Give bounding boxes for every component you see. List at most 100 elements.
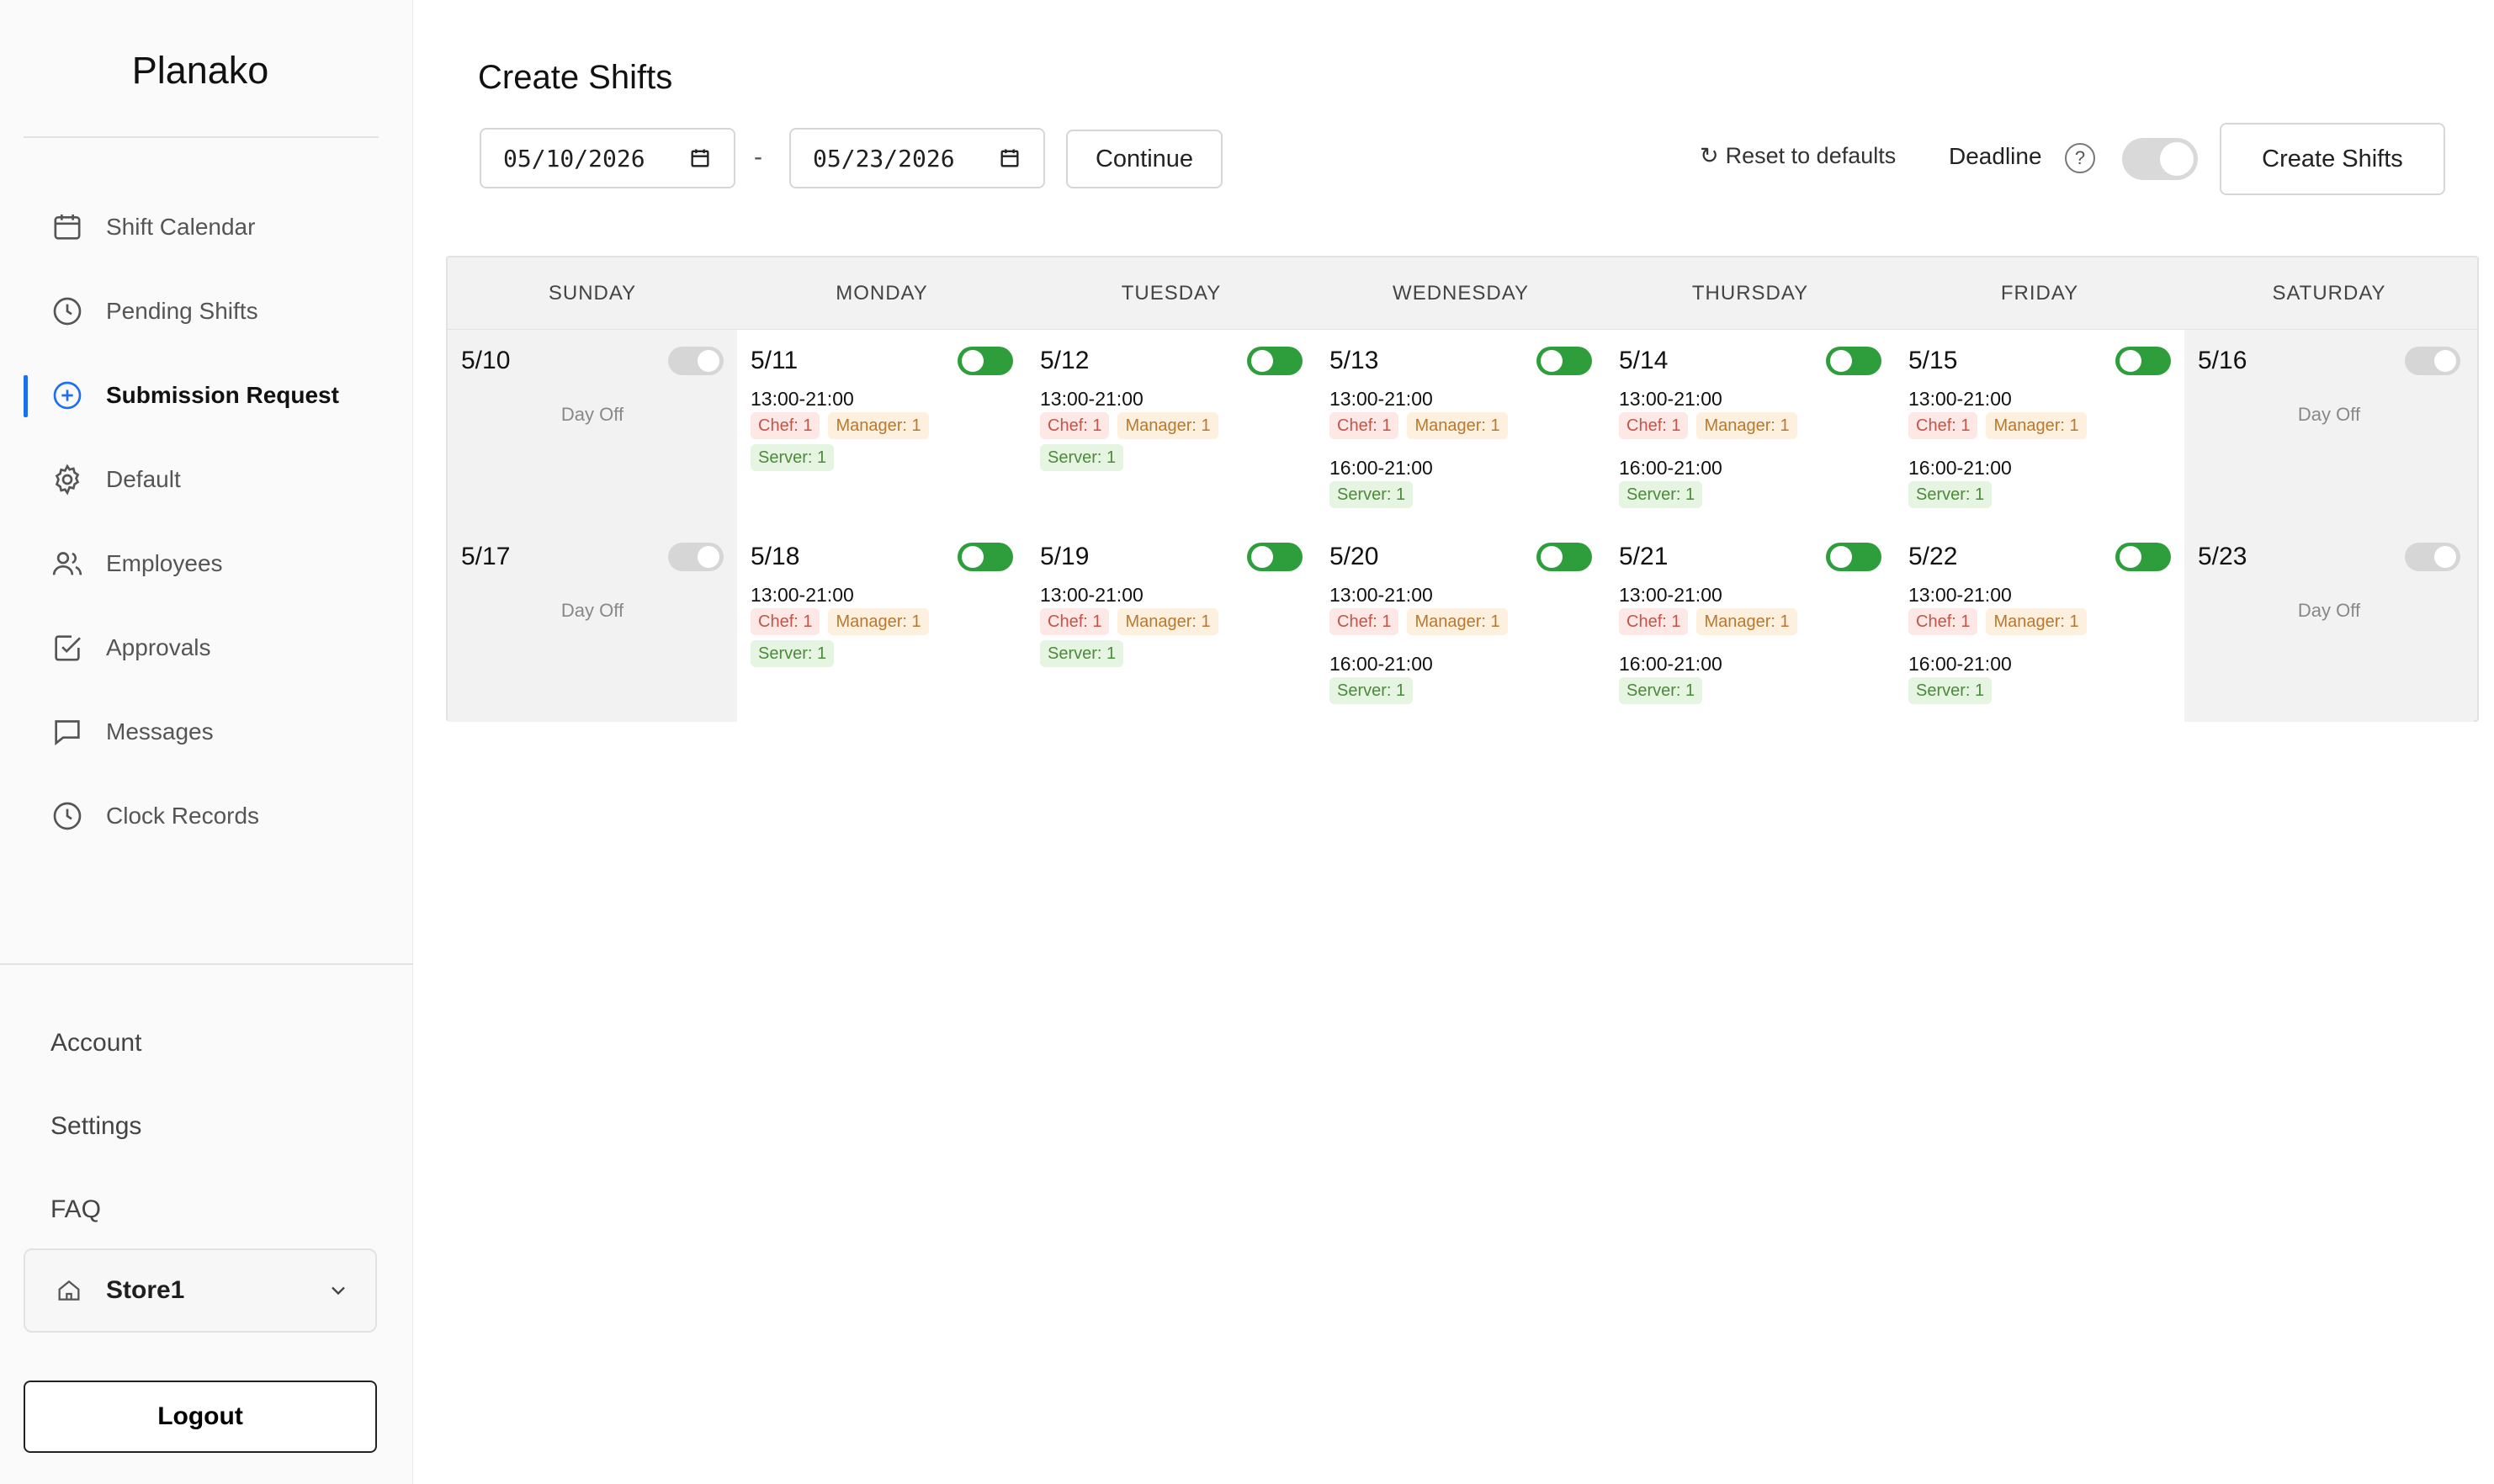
role-badges: Server: 1 (1329, 677, 1599, 704)
chef-badge: Chef: 1 (1329, 608, 1399, 635)
sidebar-item-shift-calendar[interactable]: Shift Calendar (24, 185, 394, 269)
day-off-label: Day Off (2297, 600, 2361, 621)
weekday-header: SUNDAY MONDAY TUESDAY WEDNESDAY THURSDAY… (448, 257, 2477, 330)
shift-block[interactable]: 16:00-21:00 Server: 1 (1619, 650, 1888, 704)
shift-time: 13:00-21:00 (1619, 388, 1722, 410)
sidebar-item-pending-shifts[interactable]: Pending Shifts (24, 269, 394, 353)
day-off-label: Day Off (560, 600, 624, 621)
shift-block[interactable]: 16:00-21:00 Server: 1 (1619, 454, 1888, 508)
day-cell: 5/22 13:00-21:00 Chef: 1 Manager: 1 16:00-21… (1895, 526, 2184, 722)
day-enabled-toggle[interactable] (668, 347, 724, 375)
day-enabled-toggle[interactable] (958, 543, 1013, 571)
server-badge: Server: 1 (1329, 481, 1414, 508)
shift-block[interactable]: 13:00-21:00 Chef: 1 Manager: 1 (1329, 581, 1599, 635)
day-date: 5/17 (461, 543, 511, 570)
day-date: 5/20 (1329, 543, 1379, 570)
weekday-tuesday: TUESDAY (1121, 282, 1222, 305)
role-badges: Chef: 1 Manager: 1 (1908, 608, 2178, 635)
sidebar-item-label: Approvals (106, 634, 211, 660)
shift-block[interactable]: 13:00-21:00 Chef: 1 Manager: 1 (1908, 385, 2178, 439)
plus-circle-icon (50, 379, 84, 412)
toggle-knob (2120, 350, 2141, 372)
weekday-sunday: SUNDAY (548, 282, 637, 305)
day-enabled-toggle[interactable] (1536, 543, 1592, 571)
shift-block[interactable]: 16:00-21:00 Server: 1 (1329, 454, 1599, 508)
day-enabled-toggle[interactable] (1826, 543, 1881, 571)
day-enabled-toggle[interactable] (1247, 347, 1303, 375)
weekday-saturday: SATURDAY (2272, 282, 2386, 305)
day-date: 5/13 (1329, 347, 1379, 374)
shift-block[interactable]: 13:00-21:00 Chef: 1 Manager: 1 Server: 1 (1040, 385, 1309, 471)
toggle-knob (1830, 350, 1852, 372)
sidebar-item-submission-request[interactable]: Submission Request (24, 353, 394, 437)
calendar-picker-icon[interactable] (998, 146, 1021, 170)
day-enabled-toggle[interactable] (2405, 347, 2460, 375)
shift-time: 13:00-21:00 (1040, 584, 1144, 606)
end-date-input[interactable]: 05/23/2026 (789, 128, 1045, 188)
shift-block[interactable]: 13:00-21:00 Chef: 1 Manager: 1 (1619, 581, 1888, 635)
shift-block[interactable]: 13:00-21:00 Chef: 1 Manager: 1 Server: 1 (751, 385, 1020, 471)
manager-badge: Manager: 1 (1696, 412, 1797, 439)
app-logo[interactable]: Planako (0, 49, 401, 93)
day-enabled-toggle[interactable] (1536, 347, 1592, 375)
toggle-knob (1830, 546, 1852, 568)
sidebar-item-default[interactable]: Default (24, 437, 394, 522)
settings-link[interactable]: Settings (50, 1084, 141, 1168)
day-date: 5/15 (1908, 347, 1958, 374)
day-enabled-toggle[interactable] (2405, 543, 2460, 571)
toggle-knob (698, 546, 719, 568)
store-select[interactable]: Store1 (24, 1248, 377, 1333)
shift-block[interactable]: 13:00-21:00 Chef: 1 Manager: 1 (1329, 385, 1599, 439)
faq-link[interactable]: FAQ (50, 1168, 141, 1251)
toggle-knob (698, 350, 719, 372)
shift-block[interactable]: 13:00-21:00 Chef: 1 Manager: 1 Server: 1 (1040, 581, 1309, 667)
day-off-label: Day Off (560, 404, 624, 425)
chef-badge: Chef: 1 (1908, 608, 1978, 635)
shift-block[interactable]: 13:00-21:00 Chef: 1 Manager: 1 Server: 1 (751, 581, 1020, 667)
role-badges: Chef: 1 Manager: 1 Server: 1 (751, 608, 1020, 667)
calendar-icon (50, 210, 84, 244)
sidebar-item-clock-records[interactable]: Clock Records (24, 774, 394, 858)
weekday-wednesday: WEDNESDAY (1393, 282, 1529, 305)
manager-badge: Manager: 1 (1407, 412, 1508, 439)
day-enabled-toggle[interactable] (1826, 347, 1881, 375)
create-shifts-button[interactable]: Create Shifts (2220, 123, 2445, 195)
chef-badge: Chef: 1 (751, 412, 820, 439)
day-enabled-toggle[interactable] (668, 543, 724, 571)
continue-button[interactable]: Continue (1066, 130, 1223, 188)
sidebar-item-employees[interactable]: Employees (24, 522, 394, 606)
shift-block[interactable]: 16:00-21:00 Server: 1 (1329, 650, 1599, 704)
checkbox-icon (50, 631, 84, 665)
server-badge: Server: 1 (751, 640, 835, 667)
logout-button[interactable]: Logout (24, 1381, 377, 1453)
shift-block[interactable]: 13:00-21:00 Chef: 1 Manager: 1 (1619, 385, 1888, 439)
date-range-separator: - (754, 143, 762, 171)
shift-block[interactable]: 16:00-21:00 Server: 1 (1908, 650, 2178, 704)
day-enabled-toggle[interactable] (958, 347, 1013, 375)
day-enabled-toggle[interactable] (2115, 543, 2171, 571)
start-date-input[interactable]: 05/10/2026 (480, 128, 735, 188)
day-cell: 5/19 13:00-21:00 Chef: 1 Manager: 1 Server: … (1027, 526, 1316, 722)
sidebar-item-approvals[interactable]: Approvals (24, 606, 394, 690)
manager-badge: Manager: 1 (1986, 412, 2087, 439)
chef-badge: Chef: 1 (1908, 412, 1978, 439)
account-link[interactable]: Account (50, 1001, 141, 1084)
reset-defaults-button[interactable]: ↻ Reset to defaults (1700, 143, 1896, 169)
day-enabled-toggle[interactable] (1247, 543, 1303, 571)
clock-icon (50, 799, 84, 833)
toggle-knob (962, 350, 984, 372)
calendar-picker-icon[interactable] (688, 146, 712, 170)
day-date: 5/11 (751, 347, 799, 374)
role-badges: Chef: 1 Manager: 1 (1908, 412, 2178, 439)
toggle-knob (962, 546, 984, 568)
day-date: 5/21 (1619, 543, 1669, 570)
day-date: 5/16 (2198, 347, 2247, 374)
shift-time: 16:00-21:00 (1329, 653, 1433, 675)
help-icon[interactable]: ? (2065, 143, 2095, 173)
day-enabled-toggle[interactable] (2115, 347, 2171, 375)
chevron-down-icon (332, 1286, 345, 1296)
shift-block[interactable]: 13:00-21:00 Chef: 1 Manager: 1 (1908, 581, 2178, 635)
deadline-toggle[interactable] (2122, 138, 2198, 180)
shift-block[interactable]: 16:00-21:00 Server: 1 (1908, 454, 2178, 508)
sidebar-item-messages[interactable]: Messages (24, 690, 394, 774)
